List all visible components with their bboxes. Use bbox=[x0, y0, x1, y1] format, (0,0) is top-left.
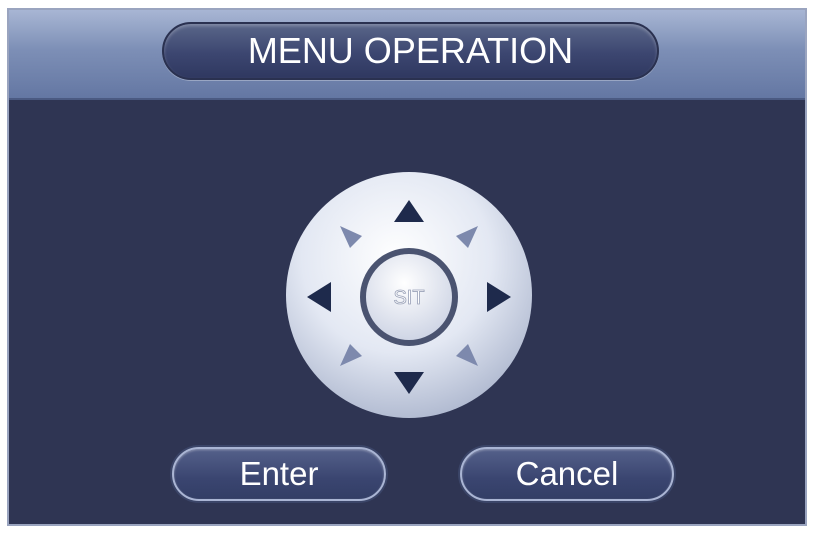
menu-operation-dialog: MENU OPERATION SIT Enter Cancel bbox=[7, 8, 807, 526]
dialog-title: MENU OPERATION bbox=[247, 30, 574, 71]
dialog-header: MENU OPERATION bbox=[9, 10, 805, 100]
cancel-button[interactable]: Cancel bbox=[460, 447, 674, 501]
dpad-center-label: SIT bbox=[393, 287, 424, 309]
title-pill: MENU OPERATION bbox=[162, 22, 659, 80]
direction-pad: SIT bbox=[286, 172, 532, 418]
enter-button[interactable]: Enter bbox=[172, 447, 386, 501]
